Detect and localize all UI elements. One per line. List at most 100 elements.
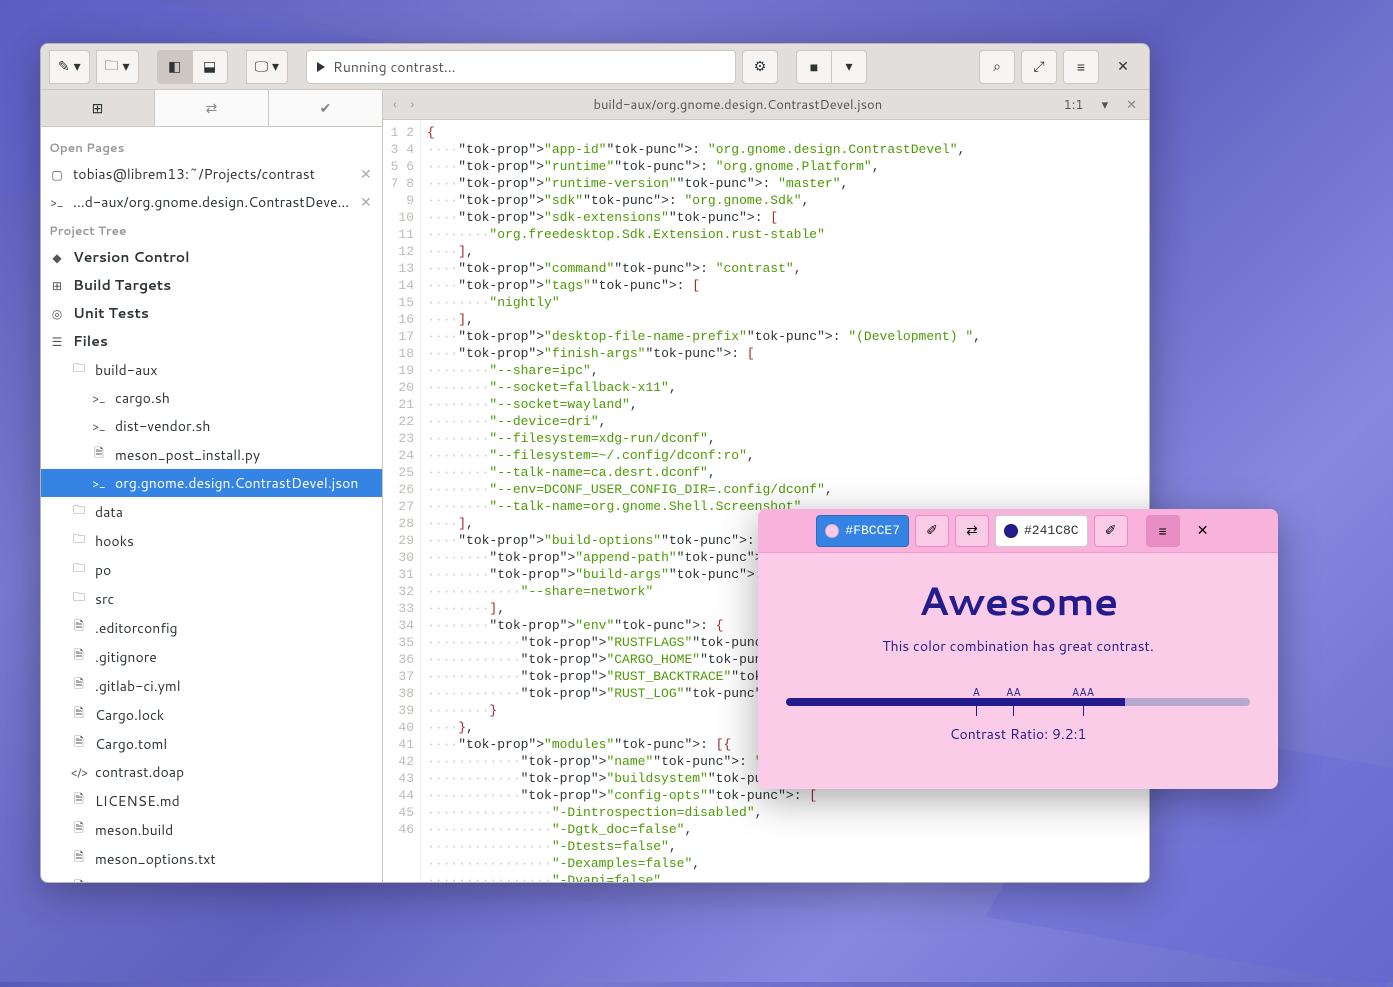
folder-icon: 🗀 (71, 559, 87, 580)
device-menu[interactable]: 🖵 ▾ (246, 50, 288, 84)
terminal-icon: ▢ (49, 166, 65, 183)
open-page-item[interactable]: ▢ tobias@librem13:~/Projects/contrast ✕ (41, 160, 382, 188)
line-gutter: 1 2 3 4 5 6 7 8 9 10 11 12 13 14 15 16 1… (383, 120, 421, 882)
run-menu-button[interactable]: ▾ (831, 50, 867, 84)
open-page-item[interactable]: >_ …d-aux/org.gnome.design.ContrastDevel… (41, 188, 382, 216)
sidebar-item-build-targets[interactable]: ⊞ Build Targets (41, 271, 382, 299)
play-icon (317, 62, 325, 72)
editor-close-button[interactable]: ✕ (1120, 96, 1143, 114)
close-icon: ✕ (1117, 58, 1129, 75)
close-icon[interactable]: ✕ (360, 164, 374, 184)
hamburger-icon: ≡ (1159, 523, 1167, 539)
tree-file[interactable]: 🗎.gitignore (41, 642, 382, 671)
tree-file[interactable]: 🗎meson.build (41, 815, 382, 844)
tree-folder[interactable]: 🗀src (41, 584, 382, 613)
panel-bottom-toggle[interactable]: ⬓ (192, 50, 228, 84)
sidebar-item-version-control[interactable]: ◆ Version Control (41, 243, 382, 271)
stop-button[interactable]: ■ (796, 50, 832, 84)
file-icon: 🗎 (71, 877, 87, 882)
tree-folder[interactable]: 🗀 build-aux (41, 355, 382, 384)
eyedropper-icon: ✐ (1105, 522, 1117, 539)
folder-icon: 🗀 (71, 501, 87, 522)
targets-icon: ⊞ (49, 277, 65, 294)
contrast-ratio: Contrast Ratio: 9.2:1 (950, 724, 1087, 744)
tree-file[interactable]: 🗎README.md (41, 873, 382, 882)
tree-file[interactable]: 🗎LICENSE.md (41, 786, 382, 815)
file-icon: 🗎 (71, 790, 87, 811)
vcs-icon: ◆ (49, 249, 65, 266)
file-icon: </> (71, 764, 87, 781)
file-icon: >_ (91, 475, 107, 492)
window-close-button[interactable]: ✕ (1105, 50, 1141, 84)
file-icon: >_ (91, 418, 107, 435)
contrast-bar: A AA AAA (786, 684, 1250, 706)
file-icon: 🗎 (91, 444, 107, 465)
tree-file[interactable]: 🗎.editorconfig (41, 613, 382, 642)
search-button[interactable]: ⌕ (979, 50, 1015, 84)
bg-picker-button[interactable]: ✐ (1094, 515, 1128, 547)
eyedropper-icon: ✐ (926, 522, 938, 539)
bg-swatch (1004, 524, 1018, 538)
sidebar-item-unit-tests[interactable]: ◎ Unit Tests (41, 299, 382, 327)
tests-icon: ◎ (49, 305, 65, 322)
file-icon: 🗎 (71, 819, 87, 840)
sidebar-tab-vcs[interactable]: ⇄ (155, 90, 269, 126)
open-pages-header: Open Pages (41, 133, 382, 160)
file-icon: 🗎 (71, 848, 87, 869)
file-icon: 🗎 (71, 675, 87, 696)
tree-folder[interactable]: 🗀hooks (41, 526, 382, 555)
file-icon: 🗎 (71, 646, 87, 667)
nav-fwd-button[interactable]: › (407, 96, 419, 114)
main-menu-button[interactable]: ≡ (1063, 50, 1099, 84)
tree-folder[interactable]: 🗀data (41, 497, 382, 526)
sidebar-tab-tree[interactable]: ⊞ (41, 90, 155, 126)
tree-file[interactable]: 🗎Cargo.lock (41, 700, 382, 729)
contrast-subtitle: This color combination has great contras… (882, 636, 1153, 656)
editor-path: build-aux/org.gnome.design.ContrastDevel… (424, 96, 1051, 114)
fg-swatch (825, 524, 839, 538)
app-menu-button[interactable]: ≡ (1146, 515, 1180, 547)
contrast-window: #FBCCE7 ✐ ⇄ #241C8C ✐ ≡ ✕ Awesome This c… (758, 509, 1278, 789)
fg-picker-button[interactable]: ✐ (915, 515, 949, 547)
build-config-button[interactable]: ⚙ (742, 50, 778, 84)
panel-left-toggle[interactable]: ◧ (157, 50, 193, 84)
editor-tabbar: ‹ › build-aux/org.gnome.design.ContrastD… (383, 90, 1149, 120)
tree-file[interactable]: 🗎Cargo.toml (41, 729, 382, 758)
close-icon: ✕ (1197, 522, 1209, 539)
tree-file[interactable]: >_cargo.sh (41, 384, 382, 412)
highlight-button[interactable]: ✎ ▾ (49, 50, 90, 84)
file-icon: 🗎 (71, 733, 87, 754)
omnibar-text: Running contrast… (333, 57, 456, 77)
contrast-headerbar: #FBCCE7 ✐ ⇄ #241C8C ✐ ≡ ✕ (758, 509, 1278, 553)
file-icon: 🗎 (71, 704, 87, 725)
folder-icon: 🗀 (71, 359, 87, 380)
folder-icon: 🗀 (71, 530, 87, 551)
contrast-heading: Awesome (919, 571, 1118, 628)
files-icon: ☰ (49, 333, 65, 350)
sidebar: ⊞ ⇄ ✔ Open Pages ▢ tobias@librem13:~/Pro… (41, 90, 383, 882)
terminal-icon: >_ (49, 194, 65, 211)
swap-icon: ⇄ (966, 522, 978, 539)
contrast-close-button[interactable]: ✕ (1186, 515, 1220, 547)
cursor-position[interactable]: 1:1 (1057, 96, 1089, 114)
tree-file[interactable]: >_org.gnome.design.ContrastDevel.json (41, 469, 382, 497)
chevron-down-icon[interactable]: ▾ (1096, 96, 1115, 114)
nav-back-button[interactable]: ‹ (389, 96, 401, 114)
tree-file[interactable]: >_dist-vendor.sh (41, 412, 382, 440)
sidebar-item-files[interactable]: ☰ Files (41, 327, 382, 355)
sidebar-tab-todo[interactable]: ✔ (269, 90, 382, 126)
tree-file[interactable]: </>contrast.doap (41, 758, 382, 786)
folder-icon: 🗀 (71, 588, 87, 609)
search-icon: ⌕ (993, 58, 1001, 75)
bg-color-field[interactable]: #241C8C (995, 515, 1088, 547)
omnibar[interactable]: Running contrast… (306, 50, 736, 84)
tree-file[interactable]: 🗎meson_options.txt (41, 844, 382, 873)
fullscreen-button[interactable]: ⤢ (1021, 50, 1057, 84)
fg-color-field[interactable]: #FBCCE7 (816, 515, 909, 547)
close-icon[interactable]: ✕ (360, 192, 374, 212)
open-button[interactable]: 🗀 ▾ (96, 50, 139, 84)
swap-colors-button[interactable]: ⇄ (955, 515, 989, 547)
tree-file[interactable]: 🗎.gitlab-ci.yml (41, 671, 382, 700)
tree-file[interactable]: 🗎meson_post_install.py (41, 440, 382, 469)
tree-folder[interactable]: 🗀po (41, 555, 382, 584)
